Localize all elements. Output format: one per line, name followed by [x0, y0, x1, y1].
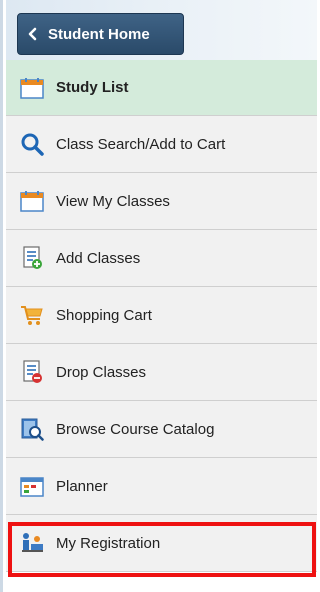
registration-icon [20, 531, 44, 555]
menu-item-label: View My Classes [56, 192, 170, 210]
menu-item-label: My Registration [56, 534, 161, 552]
student-menu: Study List Class Search/Add to Cart View… [6, 60, 317, 572]
search-icon [20, 132, 44, 156]
menu-item-class-search[interactable]: Class Search/Add to Cart [6, 116, 317, 173]
planner-icon [20, 474, 44, 498]
menu-item-label: Browse Course Catalog [56, 420, 215, 438]
menu-item-planner[interactable]: Planner [6, 458, 317, 515]
menu-item-label: Planner [56, 477, 108, 495]
add-document-icon [20, 246, 44, 270]
catalog-icon [20, 417, 44, 441]
student-home-back-button[interactable]: Student Home [17, 13, 184, 55]
menu-item-my-registration[interactable]: My Registration [6, 515, 317, 572]
navigation-panel: Student Home Study List Class Search/Add… [0, 0, 317, 592]
calendar-icon [20, 76, 44, 100]
back-button-label: Student Home [48, 25, 150, 43]
drop-document-icon [20, 360, 44, 384]
menu-item-shopping-cart[interactable]: Shopping Cart [6, 287, 317, 344]
panel-header: Student Home [6, 0, 317, 61]
calendar-icon [20, 189, 44, 213]
chevron-left-icon [18, 27, 48, 41]
menu-item-label: Shopping Cart [56, 306, 152, 324]
menu-item-view-my-classes[interactable]: View My Classes [6, 173, 317, 230]
menu-item-study-list[interactable]: Study List [6, 60, 317, 116]
menu-item-label: Add Classes [56, 249, 141, 267]
menu-item-label: Class Search/Add to Cart [56, 135, 226, 153]
menu-item-label: Study List [56, 79, 129, 96]
menu-item-browse-course-catalog[interactable]: Browse Course Catalog [6, 401, 317, 458]
menu-item-add-classes[interactable]: Add Classes [6, 230, 317, 287]
menu-item-drop-classes[interactable]: Drop Classes [6, 344, 317, 401]
menu-item-label: Drop Classes [56, 363, 147, 381]
shopping-cart-icon [20, 303, 44, 327]
